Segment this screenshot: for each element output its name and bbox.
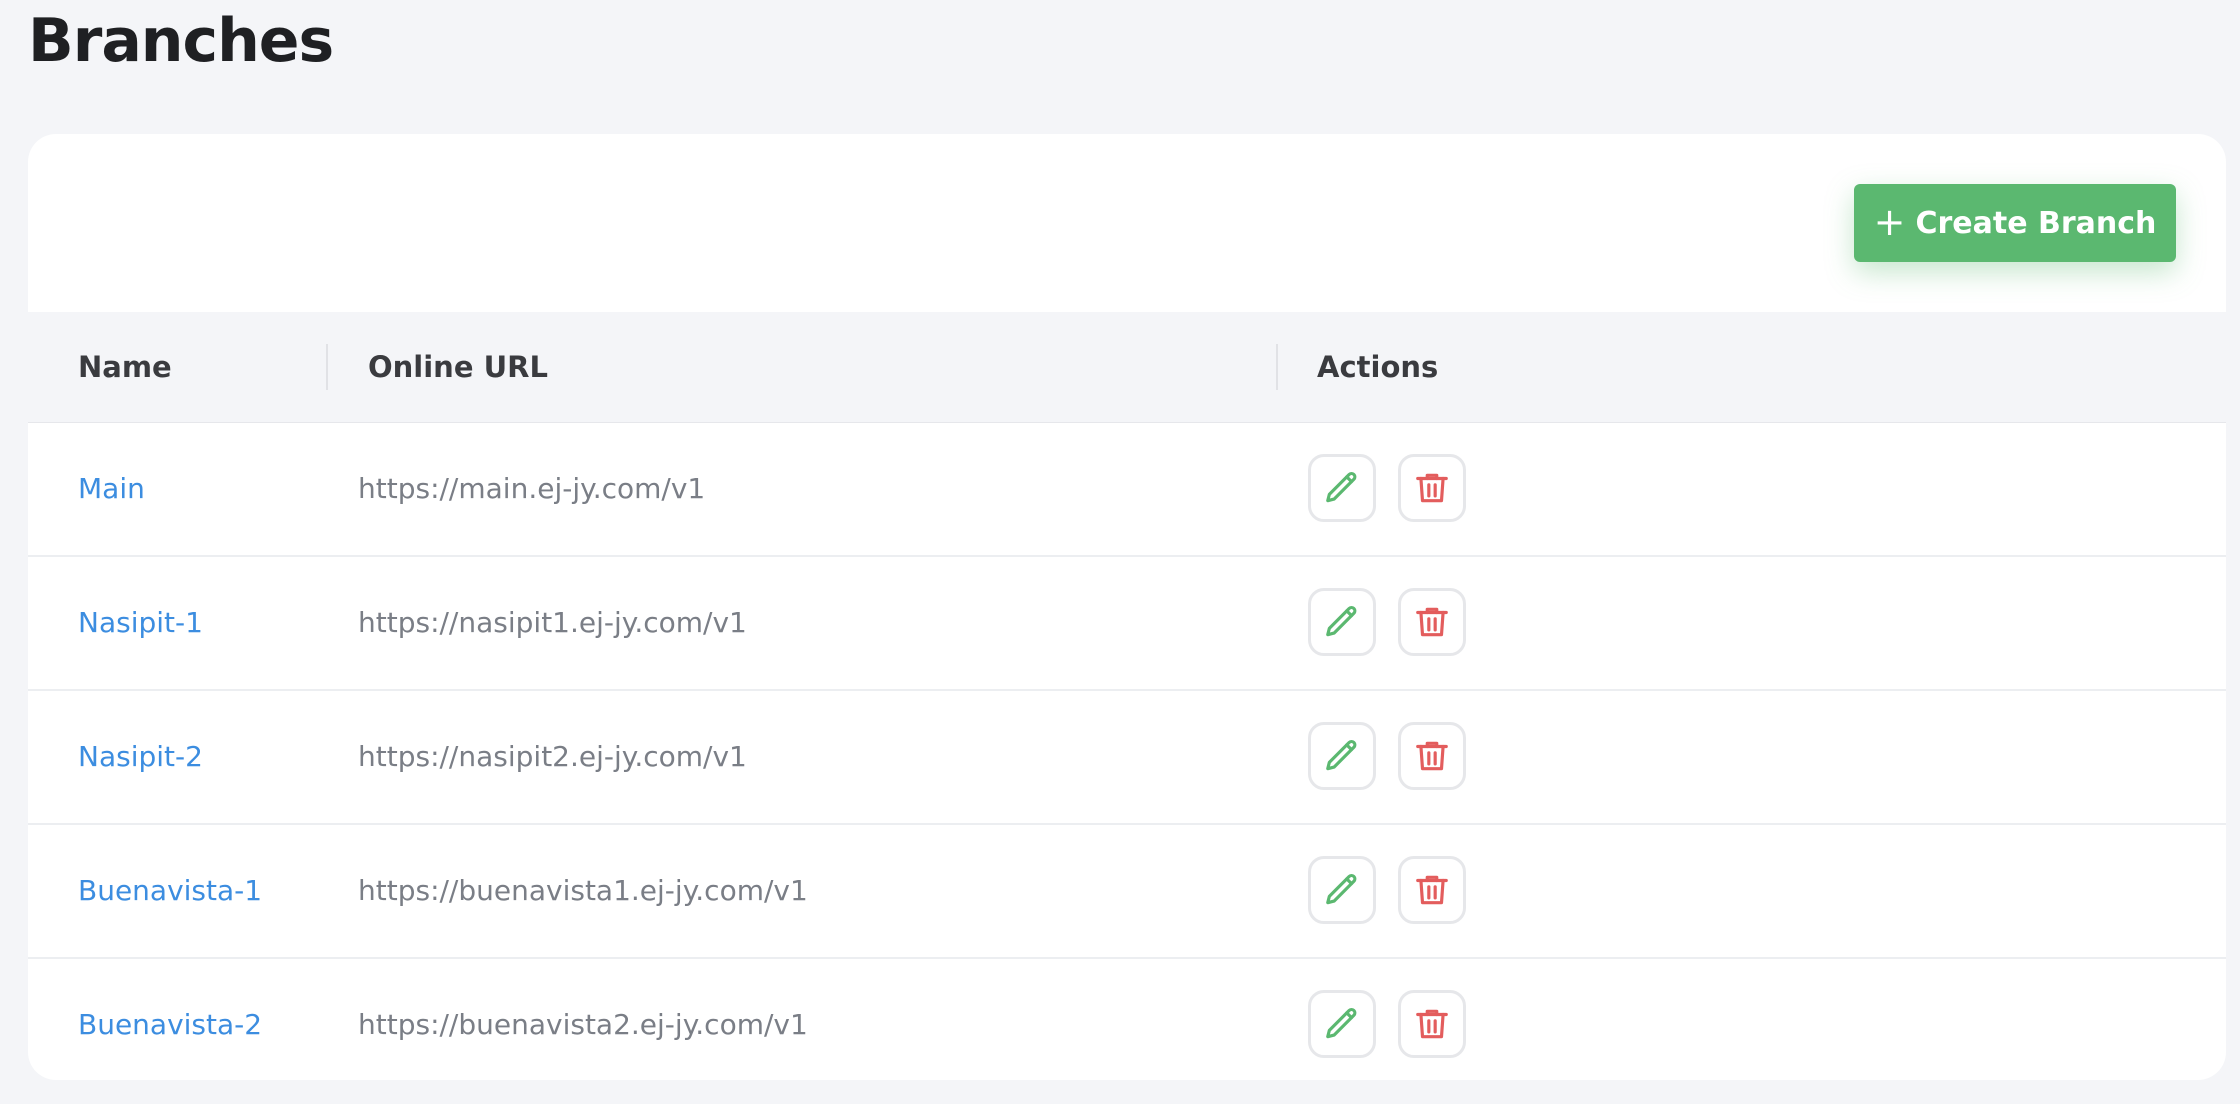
table-header: Name Online URL Actions — [28, 312, 2226, 423]
pencil-icon — [1323, 871, 1361, 909]
branches-card: + Create Branch Name Online URL Actions … — [28, 134, 2226, 1080]
edit-button[interactable] — [1308, 722, 1376, 790]
table-row: Main https://main.ej-jy.com/v1 — [28, 423, 2226, 557]
branch-name-link[interactable]: Buenavista-2 — [78, 959, 262, 1080]
edit-button[interactable] — [1308, 856, 1376, 924]
table-row: Nasipit-1 https://nasipit1.ej-jy.com/v1 — [28, 557, 2226, 691]
delete-button[interactable] — [1398, 990, 1466, 1058]
column-header-name: Name — [78, 350, 172, 384]
delete-button[interactable] — [1398, 722, 1466, 790]
card-toolbar: + Create Branch — [28, 134, 2226, 312]
table-row: Buenavista-2 https://buenavista2.ej-jy.c… — [28, 959, 2226, 1080]
column-header-actions: Actions — [1317, 350, 1439, 384]
table-row: Buenavista-1 https://buenavista1.ej-jy.c… — [28, 825, 2226, 959]
edit-button[interactable] — [1308, 990, 1376, 1058]
pencil-icon — [1323, 1005, 1361, 1043]
edit-button[interactable] — [1308, 454, 1376, 522]
branch-name-link[interactable]: Main — [78, 423, 145, 555]
branch-url: https://buenavista2.ej-jy.com/v1 — [358, 1008, 808, 1041]
branch-name-link[interactable]: Buenavista-1 — [78, 825, 262, 957]
branch-url: https://nasipit2.ej-jy.com/v1 — [358, 740, 747, 773]
page-title: Branches — [28, 6, 334, 76]
delete-button[interactable] — [1398, 588, 1466, 656]
pencil-icon — [1323, 737, 1361, 775]
column-divider — [1276, 344, 1278, 390]
branch-url: https://buenavista1.ej-jy.com/v1 — [358, 874, 808, 907]
column-header-online-url: Online URL — [368, 350, 548, 384]
trash-icon — [1413, 737, 1451, 775]
trash-icon — [1413, 603, 1451, 641]
trash-icon — [1413, 469, 1451, 507]
branch-name-link[interactable]: Nasipit-1 — [78, 557, 203, 689]
column-divider — [326, 344, 328, 390]
trash-icon — [1413, 871, 1451, 909]
pencil-icon — [1323, 603, 1361, 641]
branch-url: https://main.ej-jy.com/v1 — [358, 472, 706, 505]
branch-url: https://nasipit1.ej-jy.com/v1 — [358, 606, 747, 639]
table-row: Nasipit-2 https://nasipit2.ej-jy.com/v1 — [28, 691, 2226, 825]
create-branch-label: Create Branch — [1915, 205, 2157, 241]
branch-name-link[interactable]: Nasipit-2 — [78, 691, 203, 823]
table-body: Main https://main.ej-jy.com/v1 Nasipit-1… — [28, 423, 2226, 1080]
plus-icon: + — [1873, 200, 1906, 244]
delete-button[interactable] — [1398, 856, 1466, 924]
delete-button[interactable] — [1398, 454, 1466, 522]
trash-icon — [1413, 1005, 1451, 1043]
edit-button[interactable] — [1308, 588, 1376, 656]
pencil-icon — [1323, 469, 1361, 507]
create-branch-button[interactable]: + Create Branch — [1854, 184, 2176, 262]
